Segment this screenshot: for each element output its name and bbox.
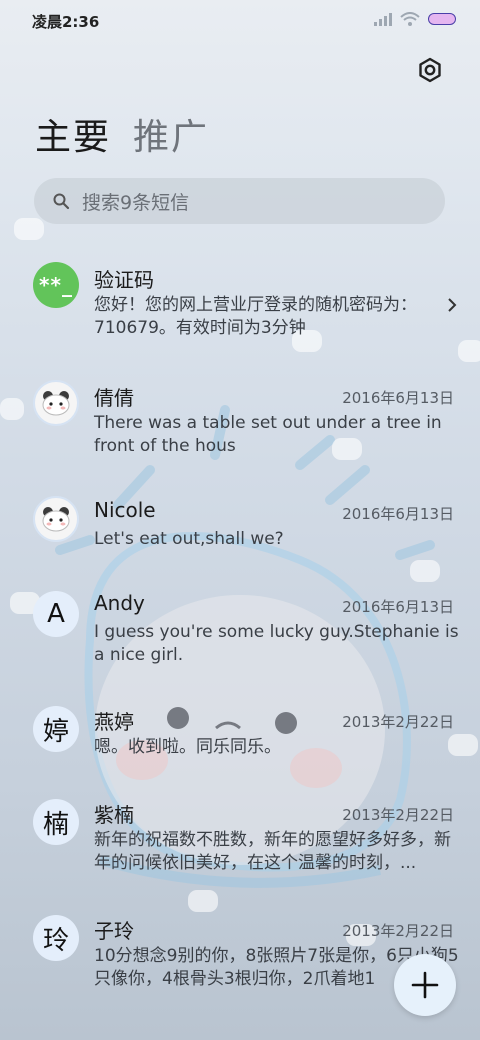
avatar-letter: 玲 [33, 915, 79, 961]
avatar: **_ [33, 262, 79, 308]
thread-name: 子玲 [94, 919, 134, 943]
avatar-letter: 婷 [33, 706, 79, 752]
tab-bar: 主要 推广 [35, 108, 209, 160]
thread-name: 紫楠 [94, 803, 134, 827]
thread-name: Nicole [94, 498, 156, 522]
tab-promotions[interactable]: 推广 [133, 108, 209, 160]
thread-date: 2016年6月13日 [342, 505, 454, 523]
signal-icon [374, 13, 392, 26]
thread-item[interactable]: Nicole 2016年6月13日 Let's eat out,shall we… [0, 494, 480, 574]
thread-item[interactable]: 楠 紫楠 2013年2月22日 新年的祝福数不胜数，新年的愿望好多好多，新年的问… [0, 797, 480, 897]
thread-preview: 您好！您的网上营业厅登录的随机密码为：710679。有效时间为3分钟 [94, 295, 417, 338]
bear-icon [42, 391, 70, 416]
chevron-right-icon[interactable] [445, 298, 459, 312]
thread-date: 2013年2月22日 [342, 806, 454, 824]
plus-icon [411, 971, 439, 999]
thread-item[interactable]: 倩倩 2016年6月13日 There was a table set out … [0, 378, 480, 478]
thread-date: 2013年2月22日 [342, 922, 454, 940]
tab-primary[interactable]: 主要 [35, 108, 111, 160]
search-icon [53, 193, 70, 210]
thread-preview: Let's eat out,shall we? [94, 529, 284, 549]
thread-item[interactable]: A Andy 2016年6月13日 I guess you're some lu… [0, 589, 480, 689]
compose-button[interactable] [394, 954, 456, 1016]
thread-preview: 嗯。收到啦。同乐同乐。 [94, 737, 281, 757]
battery-icon [428, 13, 456, 25]
thread-date: 2013年2月22日 [342, 713, 454, 731]
gear-icon [419, 57, 441, 83]
search-input[interactable]: 搜索9条短信 [34, 178, 445, 224]
settings-button[interactable] [416, 56, 444, 84]
thread-preview: I guess you're some lucky guy.Stephanie … [94, 622, 459, 665]
wifi-icon [400, 12, 420, 26]
thread-name: Andy [94, 591, 145, 615]
avatar-bear [33, 380, 79, 426]
thread-item[interactable]: 婷 燕婷 2013年2月22日 嗯。收到啦。同乐同乐。 [0, 704, 480, 784]
avatar-letter: 楠 [33, 799, 79, 845]
thread-item[interactable]: **_ 验证码 您好！您的网上营业厅登录的随机密码为：710679。有效时间为3… [0, 258, 480, 358]
thread-date: 2016年6月13日 [342, 598, 454, 616]
thread-name: 倩倩 [94, 386, 134, 410]
bear-icon [42, 507, 70, 532]
avatar-letter: A [33, 591, 79, 637]
search-placeholder: 搜索9条短信 [82, 191, 190, 214]
thread-preview: There was a table set out under a tree i… [94, 413, 442, 456]
thread-date: 2016年6月13日 [342, 389, 454, 407]
status-icons [374, 12, 456, 26]
status-bar: 凌晨2:36 [0, 0, 480, 40]
thread-name: 燕婷 [94, 710, 134, 734]
status-time: 凌晨2:36 [32, 13, 100, 31]
thread-preview: 新年的祝福数不胜数，新年的愿望好多好多，新年的问候依旧美好，在这个温馨的时刻，.… [94, 830, 451, 873]
avatar-bear [33, 496, 79, 542]
thread-name: 验证码 [94, 268, 154, 292]
